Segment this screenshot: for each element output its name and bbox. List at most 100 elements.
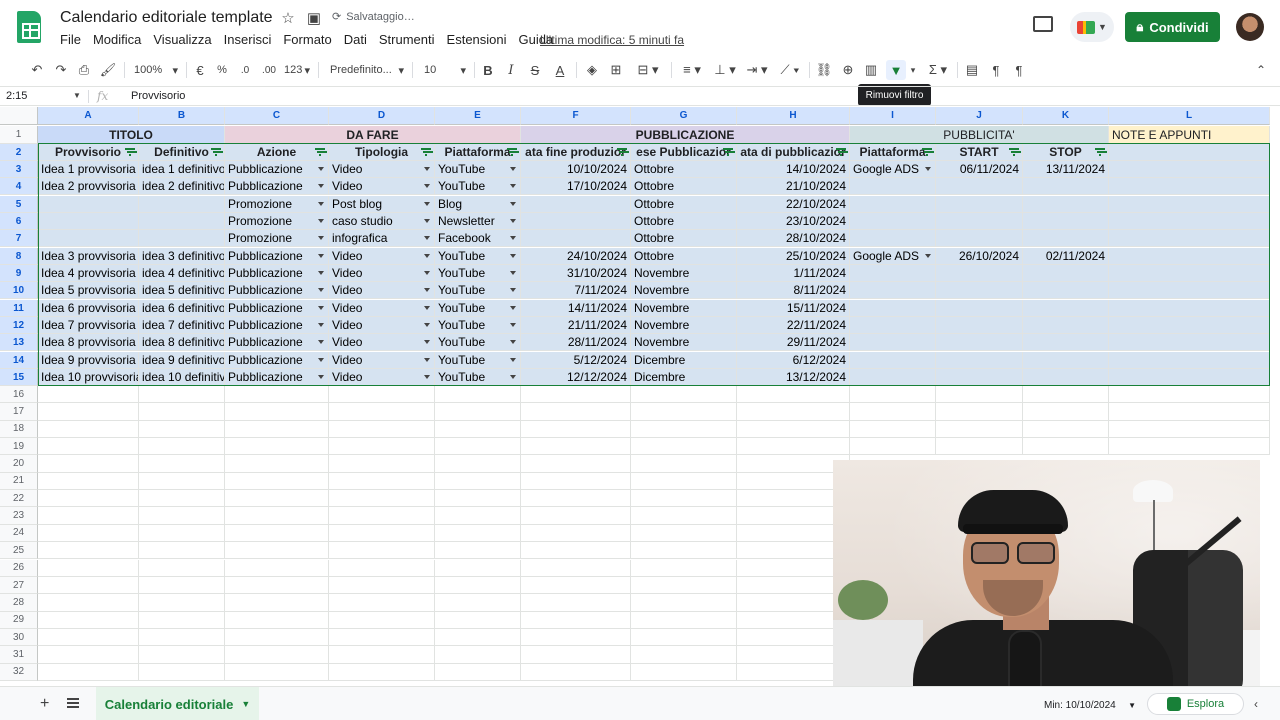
empty-cell[interactable] [936,386,1023,404]
table-cell[interactable]: 8/11/2024 [737,282,850,299]
empty-cell[interactable] [38,420,139,439]
currency-format-button[interactable]: € [192,60,208,80]
table-cell[interactable] [1109,178,1270,195]
empty-cell[interactable] [435,524,521,543]
table-cell[interactable] [1109,230,1270,247]
dropdown-chip-icon[interactable] [318,375,324,379]
table-cell[interactable]: Promozione [225,196,329,213]
empty-cell[interactable] [139,559,225,577]
table-cell[interactable]: infografica [329,230,435,247]
table-cell[interactable] [521,213,631,230]
dropdown-chip-icon[interactable] [318,306,324,310]
row-header[interactable]: 8 [0,248,38,265]
empty-cell[interactable] [38,438,139,456]
table-cell[interactable]: 23/10/2024 [737,213,850,230]
empty-cell[interactable] [38,542,139,560]
table-cell[interactable] [850,369,936,386]
empty-cell[interactable] [737,438,850,456]
row-header[interactable]: 27 [0,576,38,595]
row-header[interactable]: 13 [0,334,38,351]
menu-file[interactable]: File [60,32,87,47]
row-header[interactable]: 31 [0,646,38,664]
dropdown-chip-icon[interactable] [318,254,324,258]
name-box[interactable]: 2:15 [6,90,27,102]
last-modified-link[interactable]: Ultima modifica: 5 minuti fa [540,33,684,47]
empty-cell[interactable] [139,386,225,404]
table-cell[interactable]: Promozione [225,213,329,230]
table-cell[interactable]: 22/10/2024 [737,196,850,213]
avatar[interactable] [1236,13,1264,41]
table-cell[interactable] [1109,265,1270,282]
empty-cell[interactable] [225,507,329,525]
dropdown-chip-icon[interactable] [318,271,324,275]
table-cell[interactable]: Novembre [631,265,737,282]
bold-icon[interactable]: B [480,60,496,80]
empty-cell[interactable] [521,594,631,612]
empty-cell[interactable] [139,663,225,681]
table-cell[interactable]: Idea 8 provvisoria [38,334,139,351]
selection-stat[interactable]: Min: 10/10/2024 ▼ [1044,696,1136,714]
table-cell[interactable]: 10/10/2024 [521,161,631,178]
table-cell[interactable] [1023,196,1109,213]
row-header[interactable]: 29 [0,611,38,629]
column-filter-icon[interactable] [1095,148,1105,156]
empty-cell[interactable] [225,490,329,508]
table-cell[interactable] [139,196,225,213]
column-header[interactable]: E [435,107,521,125]
print-icon[interactable]: ⎙ [75,60,93,80]
font-family-select[interactable]: Predefinito... ▾ [328,60,406,80]
italic-icon[interactable]: I [503,60,519,80]
empty-cell[interactable] [139,611,225,629]
row-header[interactable]: 20 [0,455,38,473]
empty-cell[interactable] [631,472,737,491]
sheets-logo-icon[interactable] [17,11,41,43]
table-cell[interactable]: Idea 7 provvisoria [38,317,139,334]
table-cell[interactable]: Video [329,282,435,299]
table-cell[interactable] [936,352,1023,369]
table-cell[interactable]: 25/10/2024 [737,248,850,265]
header-cell[interactable]: Azione [225,144,329,161]
table-cell[interactable]: Post blog [329,196,435,213]
table-cell[interactable]: idea 2 definitivo [139,178,225,195]
empty-cell[interactable] [329,455,435,473]
table-cell[interactable] [1023,300,1109,317]
table-cell[interactable] [139,230,225,247]
empty-cell[interactable] [631,403,737,421]
empty-cell[interactable] [435,490,521,508]
table-cell[interactable]: Ottobre [631,178,737,195]
meet-button[interactable]: ▼ [1070,12,1114,42]
table-cell[interactable]: idea 6 definitivo [139,300,225,317]
section-band[interactable]: DA FARE [225,126,521,144]
share-button[interactable]: 🔒︎ Condividi [1125,12,1220,42]
dropdown-chip-icon[interactable] [424,306,430,310]
empty-cell[interactable] [225,576,329,595]
row-header[interactable]: 19 [0,438,38,456]
empty-cell[interactable] [521,438,631,456]
table-cell[interactable]: Blog [435,196,521,213]
table-cell[interactable]: Ottobre [631,248,737,265]
table-cell[interactable]: Google ADS [850,161,936,178]
table-cell[interactable] [1109,317,1270,334]
column-filter-icon[interactable] [836,148,846,156]
table-cell[interactable]: Newsletter [435,213,521,230]
empty-cell[interactable] [329,420,435,439]
dropdown-chip-icon[interactable] [318,340,324,344]
row-header[interactable]: 17 [0,403,38,421]
table-cell[interactable]: Pubblicazione [225,369,329,386]
empty-cell[interactable] [850,438,936,456]
add-sheet-icon[interactable]: + [40,695,49,713]
empty-cell[interactable] [850,403,936,421]
table-cell[interactable]: 1/11/2024 [737,265,850,282]
table-cell[interactable]: YouTube [435,300,521,317]
column-filter-icon[interactable] [211,148,221,156]
table-cell[interactable] [1109,282,1270,299]
empty-cell[interactable] [139,438,225,456]
table-cell[interactable]: Idea 10 provvisoria [38,369,139,386]
table-cell[interactable] [850,178,936,195]
table-cell[interactable] [521,196,631,213]
strikethrough-icon[interactable]: S [526,60,544,80]
table-cell[interactable]: 7/11/2024 [521,282,631,299]
table-cell[interactable]: 21/10/2024 [737,178,850,195]
empty-cell[interactable] [38,507,139,525]
empty-cell[interactable] [225,663,329,681]
